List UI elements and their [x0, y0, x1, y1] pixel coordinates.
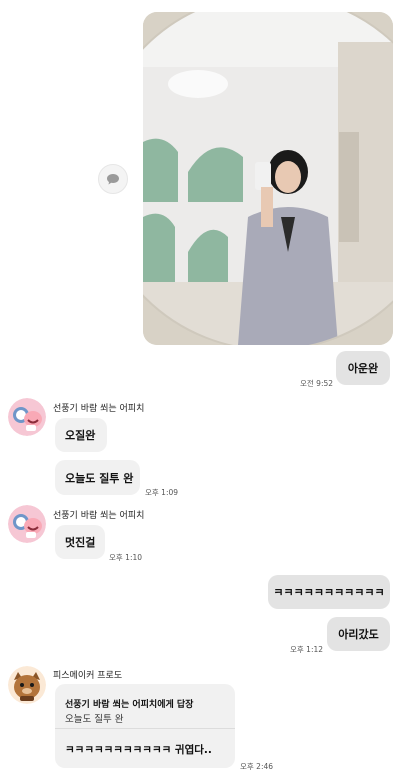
- reply-divider: [55, 728, 235, 729]
- message-time: 오전 9:52: [300, 379, 334, 388]
- message-time: 오후 1:09: [145, 488, 179, 497]
- their-message[interactable]: 오질완: [55, 418, 107, 452]
- avatar[interactable]: [8, 398, 46, 436]
- message-time: 오후 1:10: [109, 553, 143, 562]
- reply-header: 선풍기 바람 쐬는 어피치에게 답장: [65, 700, 194, 710]
- avatar[interactable]: [8, 505, 46, 543]
- speech-bubble-icon: [107, 173, 119, 184]
- my-message[interactable]: 아운완: [336, 351, 390, 385]
- share-button[interactable]: [98, 164, 128, 194]
- my-message[interactable]: ㅋㅋㅋㅋㅋㅋㅋㅋㅋㅋㅋ: [268, 575, 390, 609]
- message-time: 오후 1:12: [290, 645, 324, 654]
- reply-text: ㅋㅋㅋㅋㅋㅋㅋㅋㅋㅋㅋ 귀엽다..: [65, 744, 212, 756]
- sender-name: 피스메이커 프로도: [53, 671, 123, 681]
- my-message[interactable]: 아리갔도: [327, 617, 390, 651]
- photo-message[interactable]: [143, 12, 393, 345]
- their-message[interactable]: 오늘도 질투 완: [55, 460, 140, 495]
- message-time: 오후 2:46: [240, 762, 274, 771]
- reply-quote: 오늘도 질투 완: [65, 714, 124, 725]
- their-message[interactable]: 멋진걸: [55, 525, 105, 559]
- reply-message[interactable]: 선풍기 바람 쐬는 어피치에게 답장 오늘도 질투 완 ㅋㅋㅋㅋㅋㅋㅋㅋㅋㅋㅋ …: [55, 684, 235, 768]
- sender-name: 선풍기 바람 쐬는 어피치: [53, 404, 145, 414]
- avatar[interactable]: [8, 666, 46, 704]
- sender-name: 선풍기 바람 쐬는 어피치: [53, 511, 145, 521]
